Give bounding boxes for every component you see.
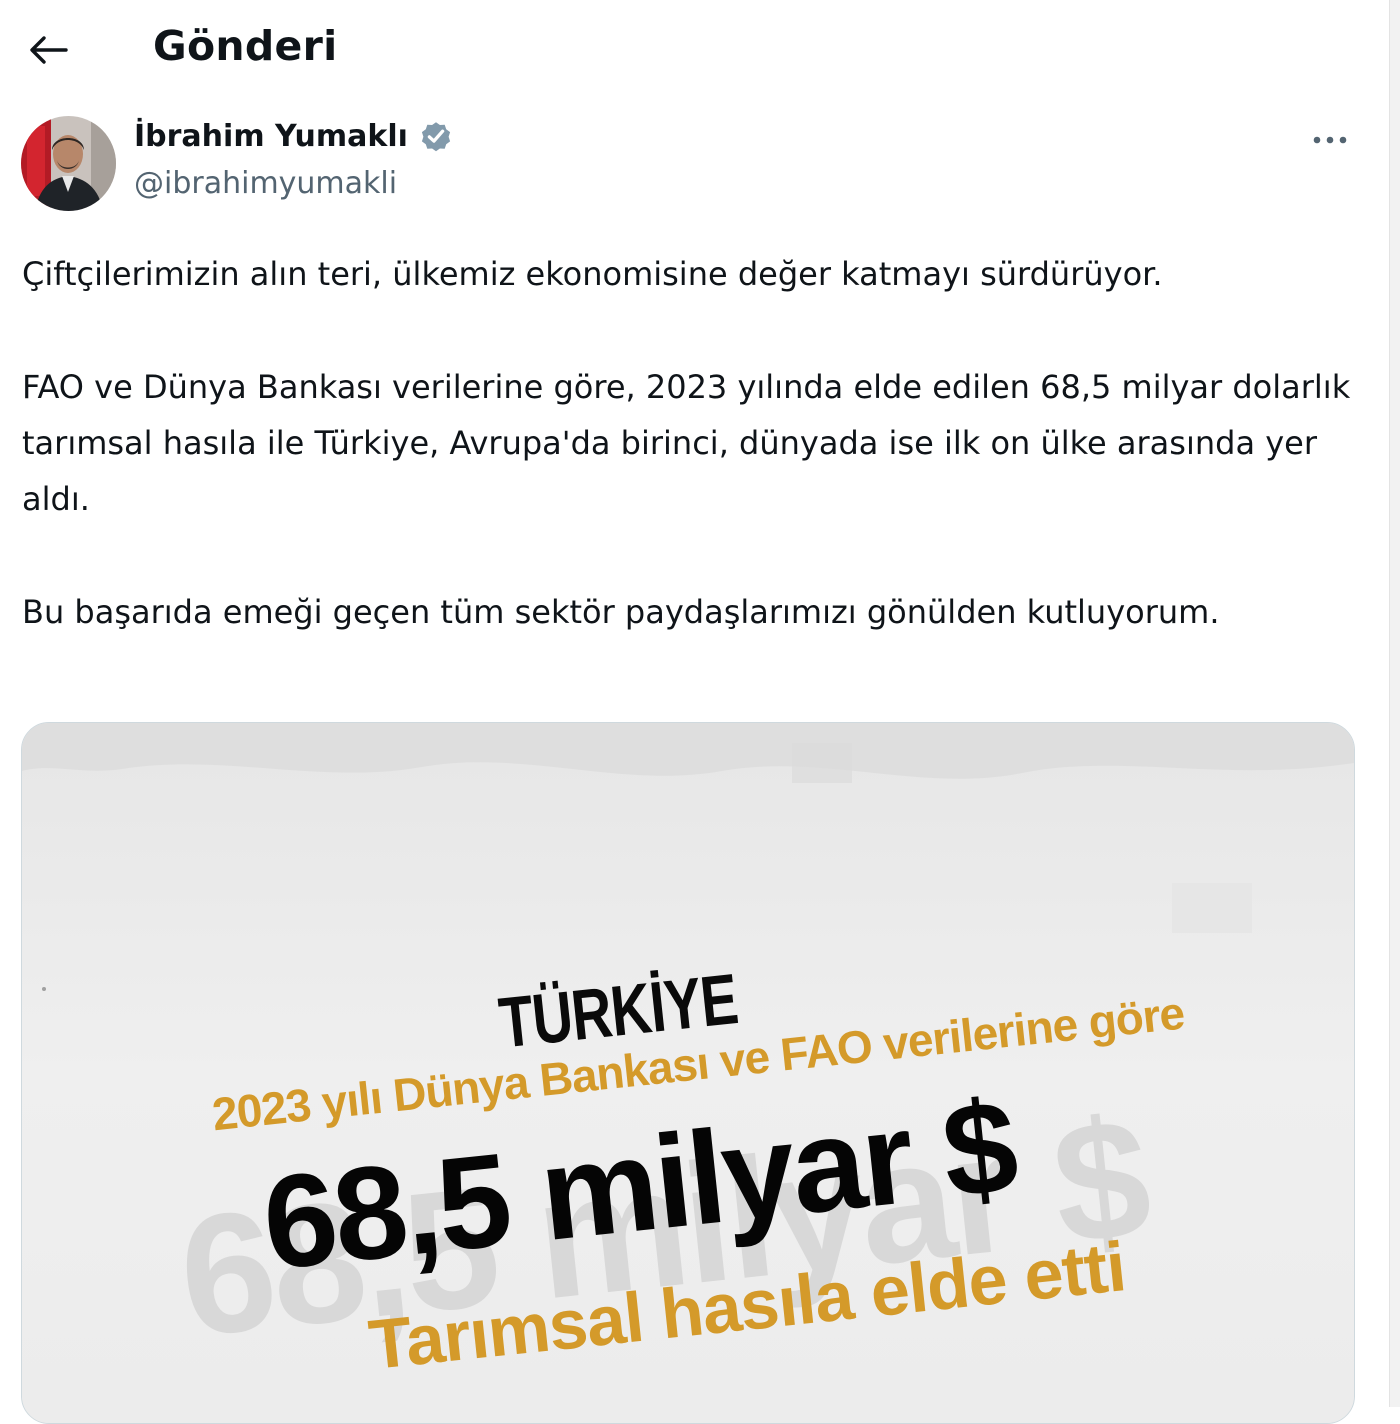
back-button[interactable] (18, 22, 78, 78)
avatar-photo (21, 116, 116, 211)
author-name-text: İbrahim Yumaklı (134, 118, 408, 154)
page-title: Gönderi (153, 22, 338, 70)
infographic-image: 68,5 milyar $ TÜRKİYE 2023 yılı Dünya Ba… (22, 723, 1354, 1423)
avatar[interactable] (21, 116, 116, 211)
author-handle[interactable]: @ibrahimyumakli (134, 166, 397, 201)
post-paragraph: Bu başarıda emeği geçen tüm sektör payda… (22, 593, 1220, 631)
post-text: Çiftçilerimizin alın teri, ülkemiz ekono… (22, 246, 1352, 640)
post-paragraph: Çiftçilerimizin alın teri, ülkemiz ekono… (22, 255, 1163, 293)
page-header: Gönderi (0, 0, 1400, 100)
more-options-button[interactable] (1305, 120, 1355, 160)
more-horizontal-icon (1313, 136, 1347, 144)
verified-badge-icon (418, 118, 454, 154)
post-paragraph: FAO ve Dünya Bankası verilerine göre, 20… (22, 368, 1351, 518)
scrollbar[interactable] (1389, 0, 1400, 1407)
arrow-left-icon (30, 36, 68, 64)
author-name[interactable]: İbrahim Yumaklı (134, 118, 454, 154)
post-image[interactable]: 68,5 milyar $ TÜRKİYE 2023 yılı Dünya Ba… (21, 722, 1355, 1424)
